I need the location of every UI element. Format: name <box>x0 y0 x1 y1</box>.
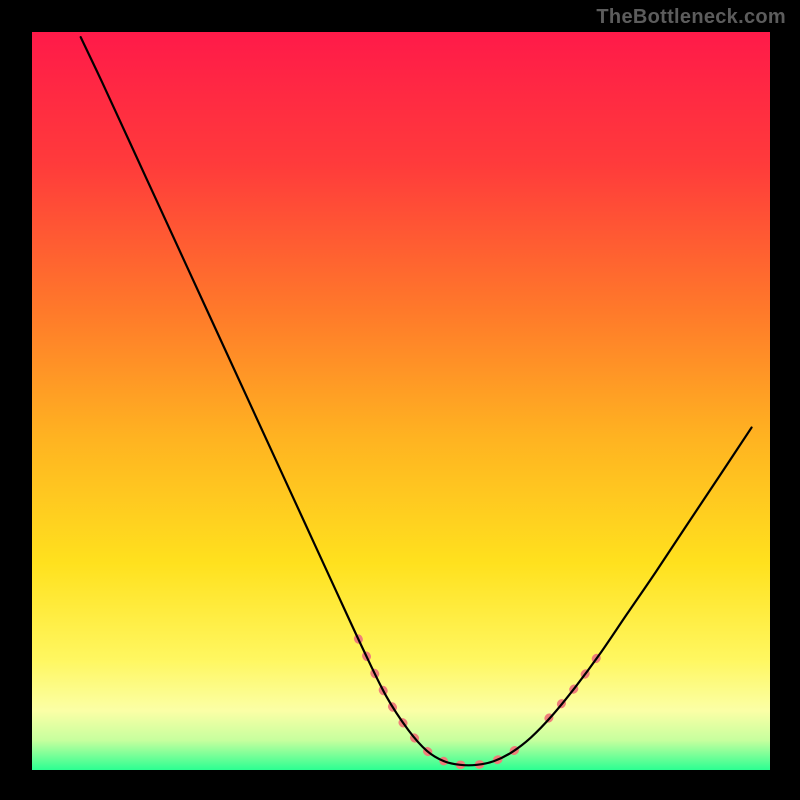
plot-background <box>32 32 770 770</box>
chart-stage: TheBottleneck.com <box>0 0 800 800</box>
watermark-label: TheBottleneck.com <box>596 6 786 29</box>
bottleneck-chart <box>0 0 800 800</box>
